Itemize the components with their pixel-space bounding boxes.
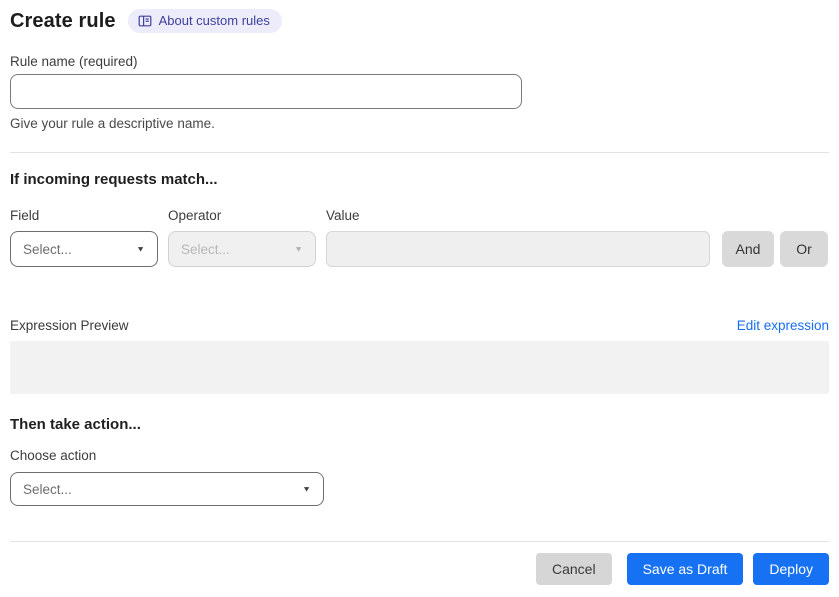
and-button[interactable]: And: [722, 231, 774, 267]
field-select-value: Select...: [23, 241, 72, 257]
match-section-heading: If incoming requests match...: [10, 171, 218, 188]
match-controls-row: Select... ▼ Select... ▼ And Or: [10, 231, 829, 267]
deploy-button[interactable]: Deploy: [753, 553, 829, 585]
operator-label: Operator: [168, 208, 222, 223]
save-as-draft-button[interactable]: Save as Draft: [626, 553, 744, 585]
choose-action-label: Choose action: [10, 448, 97, 463]
rule-name-label: Rule name (required): [10, 54, 138, 69]
or-button[interactable]: Or: [780, 231, 828, 267]
section-divider: [10, 152, 829, 153]
match-labels-row: Field Operator Value: [10, 207, 829, 224]
value-input: [326, 231, 710, 267]
value-label: Value: [326, 208, 360, 223]
field-label: Field: [10, 208, 40, 223]
expression-preview-label: Expression Preview: [10, 318, 129, 333]
chevron-down-icon: ▼: [302, 484, 311, 494]
chevron-down-icon: ▼: [136, 244, 145, 254]
rule-name-input[interactable]: [10, 74, 522, 109]
footer-divider: [10, 541, 829, 542]
expression-preview-header: Expression Preview Edit expression: [10, 317, 829, 335]
rule-name-helper: Give your rule a descriptive name.: [10, 116, 215, 131]
create-rule-page: Create rule About custom rules Rule name…: [0, 0, 839, 585]
action-section-heading: Then take action...: [10, 416, 141, 433]
page-title: Create rule: [10, 9, 116, 32]
about-custom-rules-link[interactable]: About custom rules: [127, 9, 282, 33]
choose-action-select[interactable]: Select... ▼: [10, 472, 324, 506]
rule-name-group: Rule name (required) Give your rule a de…: [10, 53, 829, 132]
expression-preview-box: [10, 341, 829, 394]
field-select[interactable]: Select... ▼: [10, 231, 158, 267]
edit-expression-link[interactable]: Edit expression: [737, 318, 829, 333]
operator-select: Select... ▼: [168, 231, 316, 267]
chevron-down-icon: ▼: [294, 244, 303, 254]
footer-actions: Cancel Save as Draft Deploy: [10, 553, 829, 585]
operator-select-value: Select...: [181, 241, 230, 257]
page-header: Create rule About custom rules: [10, 8, 829, 34]
book-icon: [138, 14, 152, 28]
about-badge-label: About custom rules: [158, 13, 270, 28]
cancel-button[interactable]: Cancel: [535, 553, 612, 585]
choose-action-value: Select...: [23, 481, 72, 497]
